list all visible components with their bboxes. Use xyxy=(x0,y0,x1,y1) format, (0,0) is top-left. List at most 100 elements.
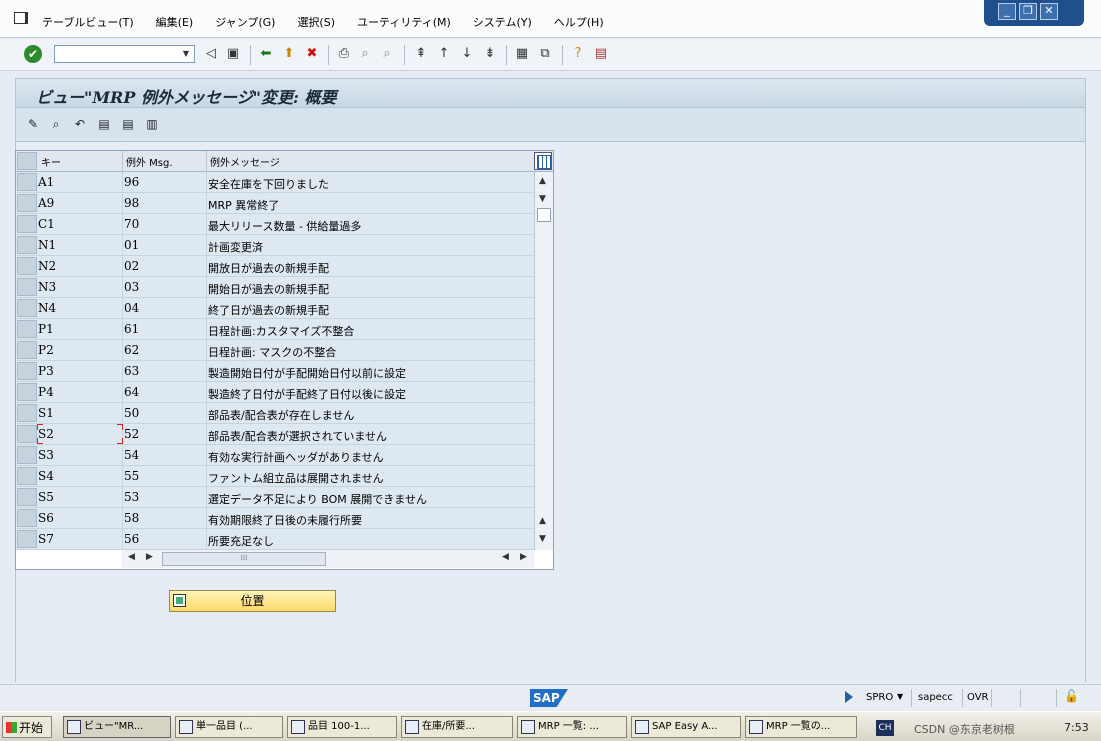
select-block-icon[interactable]: ▤ xyxy=(120,116,136,132)
select-all-rows[interactable] xyxy=(17,152,37,170)
prev-page-icon[interactable]: ↑ xyxy=(436,46,452,62)
enter-icon[interactable]: ✔ xyxy=(24,45,42,63)
row-selector[interactable] xyxy=(17,278,37,296)
table-row[interactable]: P3 63 製造開始日付が手配開始日付以前に設定 xyxy=(16,361,534,382)
table-row[interactable]: S5 53 選定データ不足により BOM 展開できません xyxy=(16,487,534,508)
column-header-key[interactable]: キー xyxy=(41,154,61,169)
undo-icon[interactable]: ↶ xyxy=(72,116,88,132)
row-selector[interactable] xyxy=(17,257,37,275)
column-header-msg[interactable]: 例外 Msg. xyxy=(126,154,173,169)
menu-edit[interactable]: 編集(E) xyxy=(156,14,194,30)
help-icon[interactable]: ? xyxy=(570,46,586,62)
vertical-scrollbar[interactable]: ▲ ▼ ▲ ▼ xyxy=(534,172,553,550)
deselect-all-icon[interactable]: ▥ xyxy=(144,116,160,132)
chevron-down-icon[interactable]: ▼ xyxy=(178,46,194,62)
scroll-right-icon[interactable]: ▶ xyxy=(146,552,153,562)
column-header-text[interactable]: 例外メッセージ xyxy=(210,154,280,169)
find-next-icon[interactable]: ⌕ xyxy=(379,46,395,62)
select-all-icon[interactable]: ▤ xyxy=(96,116,112,132)
table-row[interactable]: A9 98 MRP 異常終了 xyxy=(16,193,534,214)
table-row[interactable]: N1 01 計画変更済 xyxy=(16,235,534,256)
system-menu-icon[interactable] xyxy=(14,12,28,24)
row-selector[interactable] xyxy=(17,425,37,443)
save-icon[interactable]: ▣ xyxy=(225,46,241,62)
taskbar-item[interactable]: 単一品目 (... xyxy=(175,716,283,738)
menu-goto[interactable]: ジャンプ(G) xyxy=(215,14,275,30)
language-indicator[interactable]: CH xyxy=(876,720,894,736)
taskbar-item[interactable]: ビュー"MR... xyxy=(63,716,171,738)
customize-icon[interactable]: ▤ xyxy=(593,46,609,62)
row-selector[interactable] xyxy=(17,236,37,254)
table-row[interactable]: C1 70 最大リリース数量 - 供給量過多 xyxy=(16,214,534,235)
horizontal-scrollbar[interactable]: ◀ ▶ ⁞⁞⁞ ◀ ▶ xyxy=(122,550,534,568)
first-page-icon[interactable]: ⇞ xyxy=(413,46,429,62)
row-selector[interactable] xyxy=(17,215,37,233)
last-page-icon[interactable]: ⇟ xyxy=(482,46,498,62)
display-change-icon[interactable]: ✎ xyxy=(25,116,41,132)
row-selector[interactable] xyxy=(17,383,37,401)
row-selector[interactable] xyxy=(17,488,37,506)
exit-icon[interactable]: ⬆ xyxy=(281,46,297,62)
taskbar-item[interactable]: 在庫/所要... xyxy=(401,716,513,738)
page-down-icon[interactable]: ▼ xyxy=(539,534,546,544)
table-row[interactable]: S1 50 部品表/配合表が存在しません xyxy=(16,403,534,424)
row-selector[interactable] xyxy=(17,194,37,212)
lock-icon[interactable]: 🔓 xyxy=(1064,689,1079,705)
table-row[interactable]: S6 58 有効期限終了日後の未履行所要 xyxy=(16,508,534,529)
menu-table-view[interactable]: テーブルビュー(T) xyxy=(42,14,134,30)
table-row[interactable]: N4 04 終了日が過去の新規手配 xyxy=(16,298,534,319)
minimize-button[interactable]: _ xyxy=(998,3,1016,20)
print-icon[interactable]: ⎙ xyxy=(336,46,352,62)
row-selector[interactable] xyxy=(17,362,37,380)
table-row[interactable]: N2 02 開放日が過去の新規手配 xyxy=(16,256,534,277)
row-selector[interactable] xyxy=(17,509,37,527)
row-selector[interactable] xyxy=(17,446,37,464)
scroll-left-end-icon[interactable]: ◀ xyxy=(502,552,509,562)
status-expand-icon[interactable] xyxy=(845,691,853,703)
taskbar-item[interactable]: 品目 100-1... xyxy=(287,716,397,738)
detail-icon[interactable]: ⌕ xyxy=(48,116,64,132)
scroll-thumb[interactable] xyxy=(537,208,551,222)
scroll-down-icon[interactable]: ▼ xyxy=(539,194,546,204)
table-row[interactable]: S3 54 有効な実行計画ヘッダがありません xyxy=(16,445,534,466)
table-row[interactable]: S7 56 所要充足なし xyxy=(16,529,534,550)
row-selector[interactable] xyxy=(17,173,37,191)
page-up-icon[interactable]: ▲ xyxy=(539,516,546,526)
row-selector[interactable] xyxy=(17,320,37,338)
restore-button[interactable]: ❐ xyxy=(1019,3,1037,20)
taskbar-item[interactable]: SAP Easy A... xyxy=(631,716,741,738)
cancel-icon[interactable]: ✖ xyxy=(304,46,320,62)
new-session-icon[interactable]: ⧉ xyxy=(537,46,553,62)
scroll-left-icon[interactable]: ◀ xyxy=(128,552,135,562)
layout-icon[interactable]: ▦ xyxy=(514,46,530,62)
row-selector[interactable] xyxy=(17,299,37,317)
table-row[interactable]: S2 52 部品表/配合表が選択されていません xyxy=(16,424,534,445)
horizontal-scroll-thumb[interactable]: ⁞⁞⁞ xyxy=(162,552,326,566)
table-row[interactable]: A1 96 安全在庫を下回りました xyxy=(16,172,534,193)
table-settings-icon[interactable] xyxy=(534,152,552,170)
taskbar-item[interactable]: MRP 一覧: ... xyxy=(517,716,627,738)
row-selector[interactable] xyxy=(17,530,37,548)
position-button[interactable]: 位置 xyxy=(169,590,336,612)
table-row[interactable]: N3 03 開始日が過去の新規手配 xyxy=(16,277,534,298)
table-row[interactable]: P4 64 製造終了日付が手配終了日付以後に設定 xyxy=(16,382,534,403)
menu-system[interactable]: システム(Y) xyxy=(473,14,532,30)
menu-utilities[interactable]: ユーティリティ(M) xyxy=(357,14,451,30)
table-row[interactable]: P2 62 日程計画: マスクの不整合 xyxy=(16,340,534,361)
scroll-right-end-icon[interactable]: ▶ xyxy=(520,552,527,562)
find-icon[interactable]: ⌕ xyxy=(357,46,373,62)
taskbar-item[interactable]: MRP 一覧の... xyxy=(745,716,857,738)
collapse-icon[interactable]: ◁ xyxy=(203,46,219,62)
menu-help[interactable]: ヘルプ(H) xyxy=(554,14,604,30)
next-page-icon[interactable]: ↓ xyxy=(459,46,475,62)
menu-select[interactable]: 選択(S) xyxy=(297,14,335,30)
start-button[interactable]: 开始 xyxy=(2,716,52,738)
row-selector[interactable] xyxy=(17,467,37,485)
scroll-up-icon[interactable]: ▲ xyxy=(539,176,546,186)
table-row[interactable]: P1 61 日程計画:カスタマイズ不整合 xyxy=(16,319,534,340)
back-icon[interactable]: ⬅ xyxy=(258,46,274,62)
close-button[interactable]: ✕ xyxy=(1040,3,1058,20)
table-row[interactable]: S4 55 ファントム組立品は展開されません xyxy=(16,466,534,487)
command-field[interactable]: ▼ xyxy=(54,45,195,63)
row-selector[interactable] xyxy=(17,404,37,422)
